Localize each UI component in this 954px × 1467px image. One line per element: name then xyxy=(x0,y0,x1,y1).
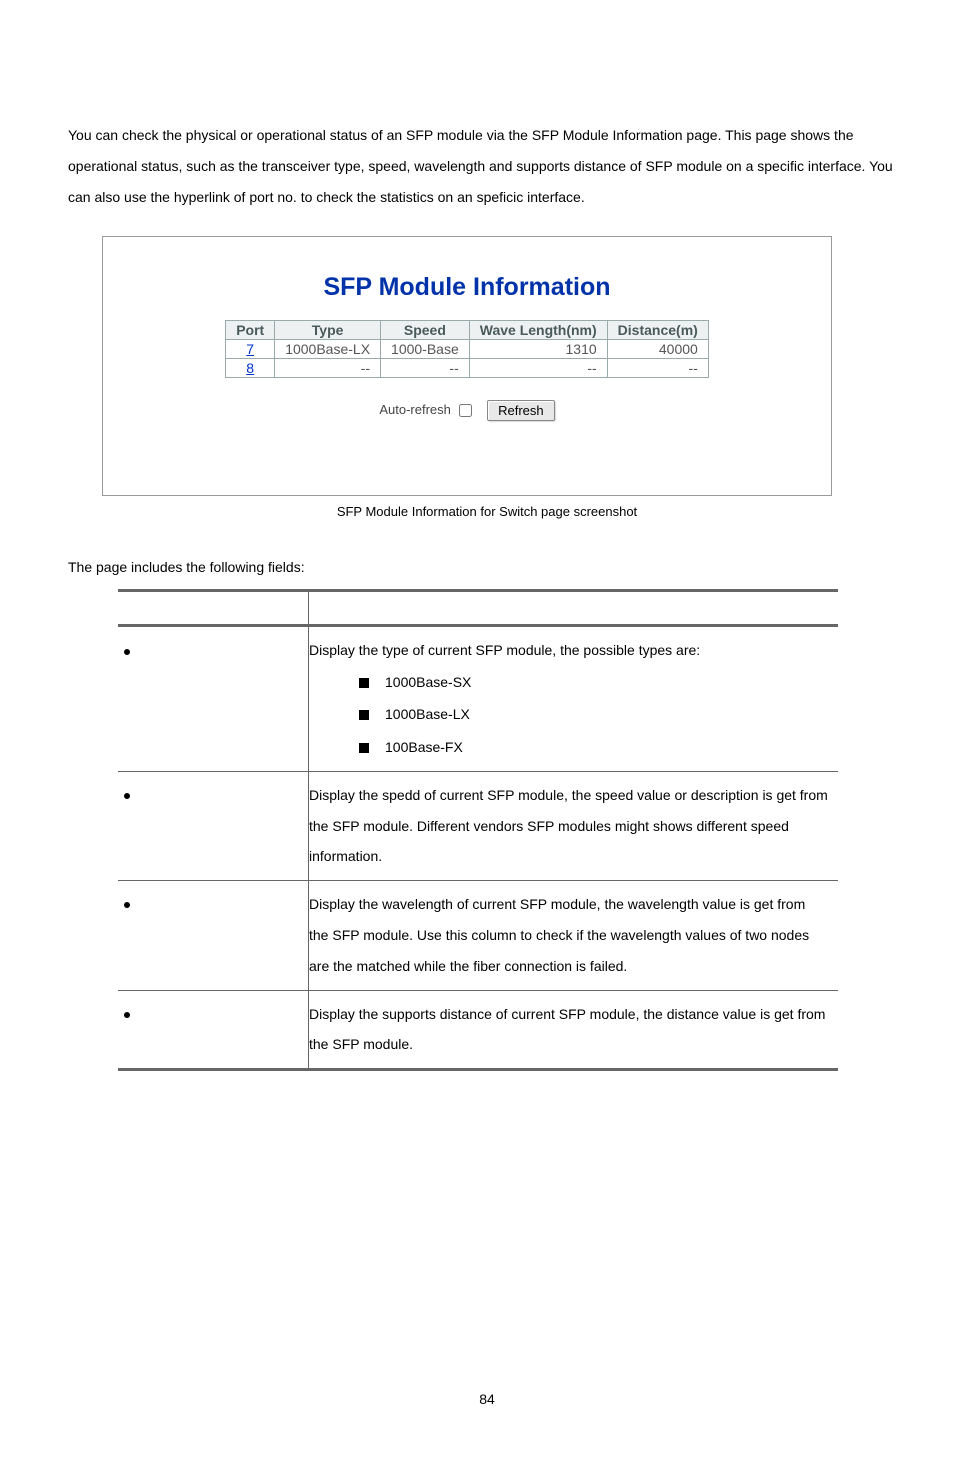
type-list: 1000Base-SX 1000Base-LX 100Base-FX xyxy=(359,666,828,763)
sfp-module-table: Port Type Speed Wave Length(nm) Distance… xyxy=(225,320,709,378)
cell-type: -- xyxy=(275,359,381,378)
cell-wave: -- xyxy=(469,359,607,378)
type-item: 100Base-FX xyxy=(359,731,828,763)
page-number: 84 xyxy=(68,1391,906,1407)
field-row-type: Display the type of current SFP module, … xyxy=(118,626,838,771)
field-row-distance: Display the supports distance of current… xyxy=(118,990,838,1070)
port-link[interactable]: 7 xyxy=(246,341,254,357)
field-wavelength-desc: Display the wavelength of current SFP mo… xyxy=(309,881,839,990)
cell-speed: 1000-Base xyxy=(381,340,470,359)
fields-intro: The page includes the following fields: xyxy=(68,559,906,575)
table-row: 7 1000Base-LX 1000-Base 1310 40000 xyxy=(226,340,709,359)
field-row-speed: Display the spedd of current SFP module,… xyxy=(118,771,838,880)
intro-paragraph: You can check the physical or operationa… xyxy=(68,120,906,212)
refresh-button[interactable]: Refresh xyxy=(487,400,555,421)
cell-dist: 40000 xyxy=(607,340,708,359)
cell-dist: -- xyxy=(607,359,708,378)
col-speed: Speed xyxy=(381,321,470,340)
cell-speed: -- xyxy=(381,359,470,378)
field-speed-desc: Display the spedd of current SFP module,… xyxy=(309,771,839,880)
cell-type: 1000Base-LX xyxy=(275,340,381,359)
field-distance-desc: Display the supports distance of current… xyxy=(309,990,839,1070)
screenshot-title: SFP Module Information xyxy=(127,273,807,302)
bullet-icon xyxy=(124,649,130,655)
auto-refresh-checkbox[interactable] xyxy=(459,404,472,417)
auto-refresh-label: Auto-refresh xyxy=(379,402,451,417)
field-type-desc: Display the type of current SFP module, … xyxy=(309,642,700,658)
controls-row: Auto-refresh Refresh xyxy=(127,400,807,421)
field-row-wavelength: Display the wavelength of current SFP mo… xyxy=(118,881,838,990)
screenshot-panel: SFP Module Information Port Type Speed W… xyxy=(102,236,832,496)
col-port: Port xyxy=(226,321,275,340)
type-item: 1000Base-LX xyxy=(359,698,828,730)
port-link[interactable]: 8 xyxy=(246,360,254,376)
col-wave-length: Wave Length(nm) xyxy=(469,321,607,340)
fields-header-row xyxy=(118,591,838,626)
screenshot-caption: SFP Module Information for Switch page s… xyxy=(68,504,906,519)
table-row: 8 -- -- -- -- xyxy=(226,359,709,378)
col-type: Type xyxy=(275,321,381,340)
cell-wave: 1310 xyxy=(469,340,607,359)
type-item: 1000Base-SX xyxy=(359,666,828,698)
table-header-row: Port Type Speed Wave Length(nm) Distance… xyxy=(226,321,709,340)
bullet-icon xyxy=(124,793,130,799)
fields-table: Display the type of current SFP module, … xyxy=(118,589,838,1071)
bullet-icon xyxy=(124,1012,130,1018)
col-distance: Distance(m) xyxy=(607,321,708,340)
bullet-icon xyxy=(124,902,130,908)
